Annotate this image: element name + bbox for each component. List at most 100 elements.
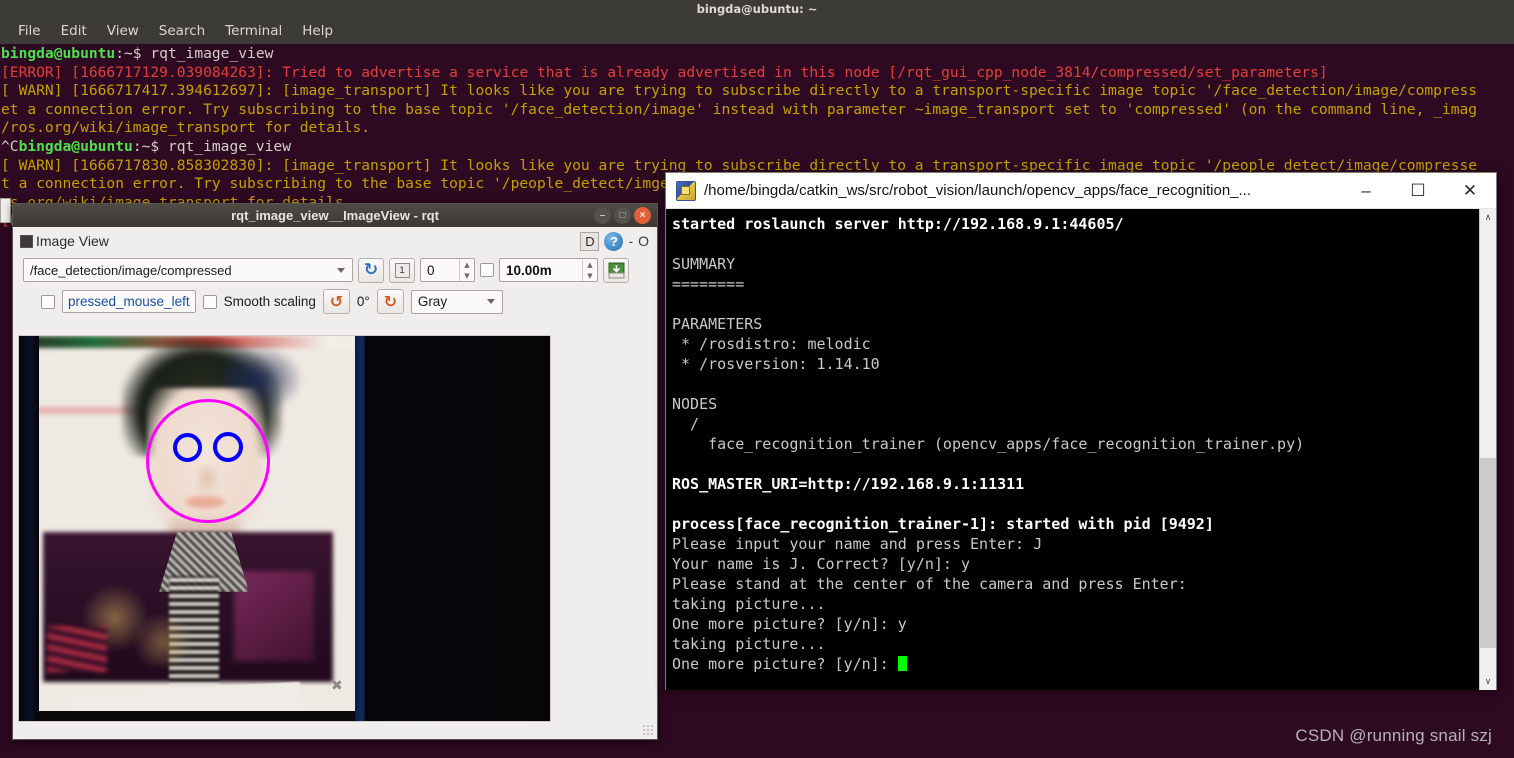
terminal-line: bingda@ubuntu:~$ rqt_image_view bbox=[1, 45, 1514, 64]
menu-item-view[interactable]: View bbox=[97, 21, 149, 41]
rqt-maximize-button[interactable]: □ bbox=[614, 207, 631, 224]
roslaunch-terminal-window: /home/bingda/catkin_ws/src/robot_vision/… bbox=[665, 172, 1497, 690]
roslaunch-line bbox=[672, 294, 1479, 314]
menu-item-help[interactable]: Help bbox=[292, 21, 343, 41]
rotate-right-icon: ↻ bbox=[383, 292, 398, 311]
one-to-one-icon: 1 bbox=[394, 262, 410, 278]
roslaunch-line bbox=[672, 494, 1479, 514]
terminal-line: ^Cbingda@ubuntu:~$ rqt_image_view bbox=[1, 138, 1514, 157]
rqt-plugin-header: Image View D ? - O bbox=[13, 227, 657, 255]
roslaunch-output[interactable]: started roslaunch server http://192.168.… bbox=[666, 209, 1479, 690]
terminal-line: [ERROR] [1666717129.039084263]: Tried to… bbox=[1, 64, 1514, 83]
minimize-dock-icon[interactable]: - bbox=[628, 233, 633, 249]
chevron-down-icon bbox=[337, 267, 345, 273]
terminal-text: :~$ bbox=[115, 45, 151, 62]
smooth-scaling-checkbox[interactable] bbox=[202, 294, 217, 309]
zoom-one-to-one-button[interactable]: 1 bbox=[389, 257, 415, 283]
roslaunch-line: / bbox=[672, 415, 700, 433]
rqt-toolbar-row-2: pressed_mouse_left Smooth scaling ↺ 0° ↻… bbox=[13, 285, 657, 315]
rqt-titlebar[interactable]: rqt_image_view__ImageView - rqt – □ × bbox=[13, 204, 657, 227]
roslaunch-line bbox=[672, 374, 1479, 394]
scrollbar-track[interactable] bbox=[1479, 226, 1496, 673]
publish-click-location-checkbox[interactable] bbox=[41, 294, 55, 309]
rqt-minimize-button[interactable]: – bbox=[594, 207, 611, 224]
terminal-text: [ERROR] [1666717129.039084263]: Tried to… bbox=[1, 63, 1328, 81]
roslaunch-line: taking picture... bbox=[672, 635, 826, 653]
roslaunch-line: process[face_recognition_trainer-1]: sta… bbox=[672, 515, 1214, 533]
index-spinbox-arrows[interactable]: ▲ ▼ bbox=[459, 259, 474, 281]
terminal-text: et a connection error. Try subscribing t… bbox=[1, 100, 1478, 118]
terminal-text: /ros.org/wiki/image_transport for detail… bbox=[1, 119, 371, 137]
help-icon[interactable]: ? bbox=[604, 231, 624, 251]
max-range-checkbox[interactable] bbox=[480, 263, 494, 277]
plugin-dock-controls: D ? - O bbox=[580, 231, 649, 251]
publish-topic-field[interactable]: pressed_mouse_left bbox=[62, 290, 196, 313]
terminal-line: /ros.org/wiki/image_transport for detail… bbox=[1, 119, 1514, 138]
rqt-resize-grip[interactable] bbox=[642, 724, 654, 736]
image-view-canvas[interactable]: ✖ bbox=[18, 335, 551, 722]
save-icon bbox=[608, 262, 624, 278]
roslaunch-line: * /rosversion: 1.14.10 bbox=[672, 355, 880, 373]
terminal-line: [ WARN] [1666717417.394612697]: [image_t… bbox=[1, 82, 1514, 101]
terminal-text: :~$ bbox=[132, 137, 168, 155]
roslaunch-maximize-button[interactable]: ☐ bbox=[1392, 173, 1444, 209]
refresh-topics-button[interactable]: ↻ bbox=[358, 257, 384, 283]
rqt-window-title: rqt_image_view__ImageView - rqt bbox=[231, 208, 439, 223]
topic-combobox[interactable]: /face_detection/image/compressed bbox=[23, 258, 353, 282]
terminal-text: t a connection error. Try subscribing to… bbox=[1, 175, 652, 193]
roslaunch-line: PARAMETERS bbox=[672, 315, 763, 333]
colormap-combobox-value: Gray bbox=[417, 294, 448, 309]
rqt-toolbar-row-1: /face_detection/image/compressed ↻ 1 0 ▲… bbox=[13, 255, 657, 285]
roslaunch-minimize-button[interactable]: – bbox=[1340, 173, 1392, 209]
terminal-window-titlebar: bingda@ubuntu: ~ bbox=[0, 0, 1514, 18]
max-range-spinbox[interactable]: 10.00m ▲ ▼ bbox=[499, 258, 598, 282]
roslaunch-titlebar[interactable]: /home/bingda/catkin_ws/src/robot_vision/… bbox=[666, 173, 1496, 209]
menu-item-file[interactable]: File bbox=[8, 21, 51, 41]
plugin-title: Image View bbox=[36, 233, 109, 249]
scroll-up-icon[interactable]: ∧ bbox=[1480, 209, 1497, 226]
max-range-spinbox-value: 10.00m bbox=[506, 262, 552, 278]
roslaunch-line: One more picture? [y/n]: y bbox=[672, 615, 907, 633]
rqt-close-button[interactable]: × bbox=[634, 207, 651, 224]
roslaunch-close-button[interactable]: ✕ bbox=[1444, 173, 1496, 209]
terminal-text: bingda@ubuntu bbox=[1, 45, 116, 62]
terminal-text: ^C bbox=[1, 137, 19, 155]
roslaunch-line bbox=[672, 234, 1479, 254]
background-window-stub bbox=[0, 198, 11, 223]
max-range-spinbox-arrows[interactable]: ▲ ▼ bbox=[582, 259, 597, 281]
rqt-image-view-window: rqt_image_view__ImageView - rqt – □ × Im… bbox=[12, 203, 658, 740]
terminal-menubar: File Edit View Search Terminal Help bbox=[0, 18, 1514, 44]
menu-item-edit[interactable]: Edit bbox=[51, 21, 97, 41]
terminal-text: rqt_image_view bbox=[167, 137, 291, 155]
roslaunch-prompt-line: One more picture? [y/n]: bbox=[672, 654, 1479, 674]
terminal-text: rqt_image_view bbox=[150, 45, 274, 62]
rotation-degrees-label: 0° bbox=[356, 294, 370, 309]
float-dock-icon[interactable]: O bbox=[638, 233, 649, 249]
publish-topic-field-value: pressed_mouse_left bbox=[68, 294, 190, 309]
index-spinbox-value: 0 bbox=[427, 262, 435, 278]
rotate-right-button[interactable]: ↻ bbox=[376, 289, 404, 314]
roslaunch-line: SUMMARY bbox=[672, 255, 736, 273]
terminal-line: et a connection error. Try subscribing t… bbox=[1, 101, 1514, 120]
refresh-icon: ↻ bbox=[363, 259, 379, 280]
menu-item-terminal[interactable]: Terminal bbox=[215, 21, 292, 41]
rqt-window-buttons: – □ × bbox=[594, 207, 651, 224]
roslaunch-line: face_recognition_trainer (opencv_apps/fa… bbox=[672, 435, 1305, 453]
smooth-scaling-label: Smooth scaling bbox=[223, 294, 316, 309]
save-image-button[interactable] bbox=[603, 257, 629, 283]
dock-d-icon[interactable]: D bbox=[580, 231, 600, 251]
roslaunch-scrollbar[interactable]: ∧ ∨ bbox=[1479, 209, 1496, 690]
rotate-left-button[interactable]: ↺ bbox=[322, 289, 350, 314]
roslaunch-prompt-text: One more picture? [y/n]: bbox=[672, 655, 898, 673]
roslaunch-line: Your name is J. Correct? [y/n]: y bbox=[672, 555, 971, 573]
scrollbar-thumb[interactable] bbox=[1479, 458, 1496, 648]
rotate-left-icon: ↺ bbox=[329, 292, 344, 311]
colormap-combobox[interactable]: Gray bbox=[410, 289, 503, 314]
roslaunch-line: ROS_MASTER_URI=http://192.168.9.1:11311 bbox=[672, 475, 1025, 493]
menu-item-search[interactable]: Search bbox=[149, 21, 215, 41]
scroll-down-icon[interactable]: ∨ bbox=[1480, 673, 1497, 690]
topic-combobox-value: /face_detection/image/compressed bbox=[30, 262, 232, 278]
roslaunch-line: NODES bbox=[672, 395, 718, 413]
index-spinbox[interactable]: 0 ▲ ▼ bbox=[420, 258, 475, 282]
camera-photo: ✖ bbox=[19, 336, 550, 721]
